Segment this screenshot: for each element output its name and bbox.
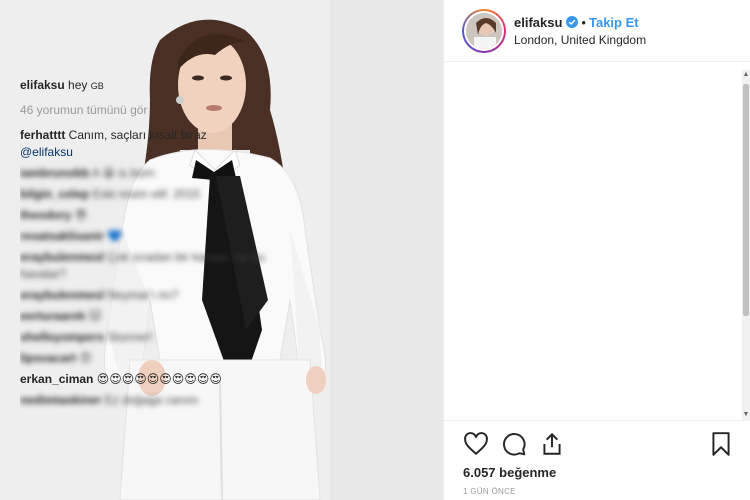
comment-mention[interactable]: @elifaksu xyxy=(20,145,73,159)
comment-item-blurred: eraybulenmesl Neymar'ı mı? xyxy=(20,287,292,304)
likes-count[interactable]: 6.057 beğenme xyxy=(463,465,556,480)
comment-username[interactable]: erkan_ciman xyxy=(20,372,93,386)
scroll-down-arrow-icon[interactable]: ▼ xyxy=(742,410,750,420)
avatar xyxy=(464,10,504,51)
separator-dot: • xyxy=(581,14,586,30)
heart-icon[interactable] xyxy=(463,431,489,457)
verified-badge-icon xyxy=(566,16,579,28)
comments-scrollbar[interactable]: ▲ ▼ xyxy=(742,70,750,420)
comment-item-blurred: shelleyompers Stunner! xyxy=(20,329,292,346)
comment-username[interactable]: resatsaklisanir xyxy=(20,229,104,243)
username[interactable]: elifaksu xyxy=(514,15,562,30)
post-caption: elifaksu hey GB xyxy=(20,76,292,95)
comment-item: erkan_ciman 😍😍😍😍😍😍😍😍😍😍 xyxy=(20,371,292,388)
comment-username[interactable]: bilgin_celep xyxy=(20,187,89,201)
comment-username[interactable]: theodory xyxy=(20,208,71,222)
post-timestamp: 1 GÜN ÖNCE xyxy=(463,487,516,496)
view-all-comments-link[interactable]: 46 yorumun tümünü gör xyxy=(20,103,292,117)
comment-username[interactable]: eraybulenmesl xyxy=(20,250,104,264)
scroll-up-arrow-icon[interactable]: ▲ xyxy=(742,70,750,80)
comments-list: elifaksu hey GB 46 yorumun tümünü gör fe… xyxy=(20,76,292,418)
comment-username[interactable]: shelleyompers xyxy=(20,330,104,344)
caption-username[interactable]: elifaksu xyxy=(20,78,65,92)
comment-text: Stunner! xyxy=(107,330,153,344)
comment-item-blurred: resatsaklisanir 💙 xyxy=(20,228,292,245)
comment-text: Canım, saçları kısalt biraz xyxy=(68,128,207,142)
location-link[interactable]: London, United Kingdom xyxy=(514,33,646,47)
caption-text: hey xyxy=(68,78,88,92)
comment-text: A 😀 is born xyxy=(92,166,155,180)
scrollbar-thumb[interactable] xyxy=(743,84,749,316)
avatar-story-ring[interactable] xyxy=(462,8,506,53)
comment-icon[interactable] xyxy=(501,431,527,457)
post-actions: 6.057 beğenme 1 GÜN ÖNCE xyxy=(443,420,750,500)
follow-button[interactable]: Takip Et xyxy=(589,15,639,30)
comment-username[interactable]: lipsvacart xyxy=(20,351,76,365)
comment-item-blurred: bilgin_celep Eski resim elif. 2015 xyxy=(20,186,292,203)
comment-item-blurred: eraybulenmesl Çok sıradan bir karson, ne… xyxy=(20,249,292,283)
comment-item-blurred: theodory 😎 xyxy=(20,207,292,224)
comment-text: 😍 xyxy=(79,351,92,365)
comment-text: 🐱 xyxy=(88,309,102,323)
comment-item-blurred: iambrunobb A 😀 is born xyxy=(20,165,292,182)
comment-username[interactable]: ferhatttt xyxy=(20,128,65,142)
comment-username[interactable]: nedimtaskiner xyxy=(20,393,101,407)
comment-text: Ez doğaga canım xyxy=(104,393,199,407)
bookmark-icon[interactable] xyxy=(708,431,734,457)
comment-item-blurred: lipsvacart 😍 xyxy=(20,350,292,367)
caption-flag: GB xyxy=(90,81,104,91)
comment-username[interactable]: eerturaarek xyxy=(20,309,85,323)
share-icon[interactable] xyxy=(539,431,565,457)
comment-text: 💙 xyxy=(107,229,123,243)
comment-item-blurred: nedimtaskiner Ez doğaga canım xyxy=(20,392,292,409)
post-header: elifaksu • Takip Et London, United Kingd… xyxy=(444,0,750,62)
comment-item-blurred: eerturaarek 🐱 xyxy=(20,308,292,325)
comment-username[interactable]: eraybulenmesl xyxy=(20,288,104,302)
comment-username[interactable]: iambrunobb xyxy=(20,166,89,180)
comment-text: 😍😍😍😍😍😍😍😍😍😍 xyxy=(96,372,222,386)
comment-text: Neymar'ı mı? xyxy=(107,288,179,302)
comment-text: Eski resim elif. 2015 xyxy=(92,187,201,201)
comment-text: 😎 xyxy=(74,208,88,222)
comment-item: ferhatttt Canım, saçları kısalt biraz @e… xyxy=(20,127,292,161)
